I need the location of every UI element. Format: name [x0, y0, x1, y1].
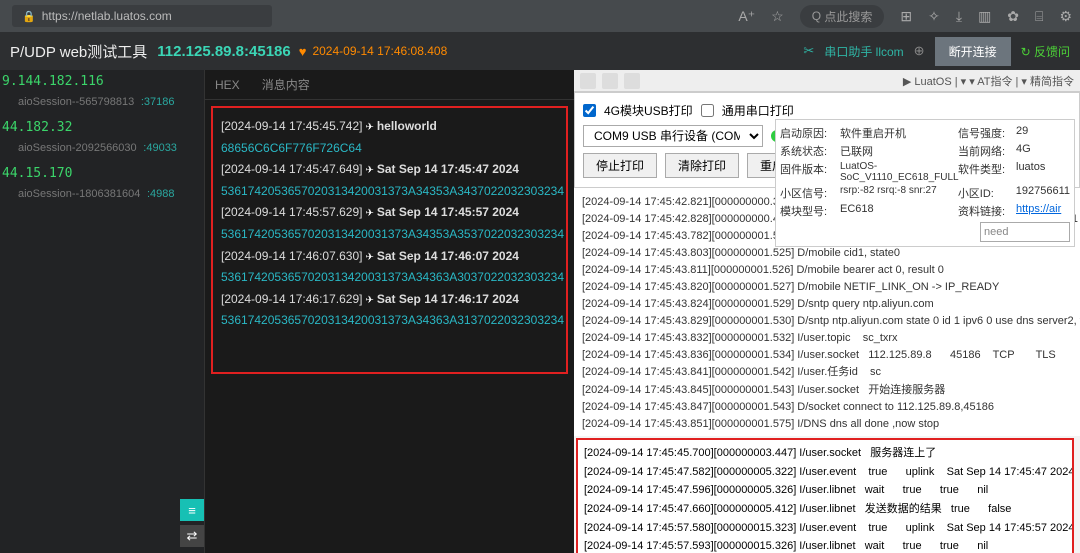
serial-config-panel: 4G模块USB打印 通用串口打印 COM9 USB 串行设备 (COM9) 停止… — [574, 92, 1080, 188]
float-buttons: ≡ ⇄ — [180, 499, 204, 547]
url-text: https://netlab.luatos.com — [42, 9, 172, 23]
serial-toolbar: ▶ LuatOS | ▾ ▾ AT指令 | ▾ 精简指令 — [574, 70, 1080, 92]
scissors-icon[interactable]: ✂ — [803, 43, 814, 59]
chk-generic-serial[interactable] — [701, 104, 714, 117]
browser-topbar: 🔒 https://netlab.luatos.com A⁺ ☆ Q 点此搜索 … — [0, 0, 1080, 32]
search-placeholder: 点此搜索 — [824, 8, 872, 25]
swap-button[interactable]: ⇄ — [180, 525, 204, 547]
feedback-link[interactable]: ↻ 反馈问 — [1021, 43, 1070, 60]
search-pill[interactable]: Q 点此搜索 — [800, 5, 885, 28]
disconnect-button[interactable]: 断开连接 — [935, 37, 1011, 66]
header-timestamp: 2024-09-14 17:46:08.408 — [312, 44, 447, 58]
conn-session[interactable]: aioSession-2092566030 :49033 — [0, 139, 204, 162]
user-event-log: [2024-09-14 17:45:45.700][000000003.447]… — [576, 438, 1074, 553]
star-icon[interactable]: ☆ — [771, 8, 784, 25]
conn-ip[interactable]: 44.182.32 — [0, 116, 204, 139]
download-icon[interactable]: ⤓ — [956, 8, 962, 25]
grid-icon[interactable]: ⊞ — [900, 8, 912, 25]
conn-ip[interactable]: 9.144.182.116 — [0, 70, 204, 93]
extension-icon[interactable]: ✿ — [1007, 8, 1019, 25]
search-icon: Q — [812, 9, 821, 23]
message-panel: HEX 消息内容 [2024-09-14 17:45:45.742]✈hello… — [204, 70, 574, 553]
serial-helper-link[interactable]: 串口助手 llcom — [824, 43, 903, 60]
conn-session[interactable]: aioSession--1806381604 :4988 — [0, 185, 204, 208]
toolbar-icon[interactable] — [602, 73, 618, 89]
conn-ip[interactable]: 44.15.170 — [0, 162, 204, 185]
stop-print-button[interactable]: 停止打印 — [583, 153, 657, 178]
server-address: 112.125.89.8:45186 — [157, 43, 290, 60]
connection-list: 9.144.182.116 aioSession--565798813 :371… — [0, 70, 204, 553]
com-port-select[interactable]: COM9 USB 串行设备 (COM9) — [583, 125, 763, 147]
conn-session[interactable]: aioSession--565798813 :37186 — [0, 93, 204, 116]
extension2-icon[interactable]: ⌸ — [1035, 8, 1043, 25]
lock-icon: 🔒 — [22, 10, 36, 23]
browser-toolbar-icons: A⁺ ☆ Q 点此搜索 ⊞ ✧ ⤓ ▥ ✿ ⌸ ⚙ — [738, 5, 1072, 28]
settings-icon[interactable]: ⚙ — [1059, 8, 1072, 25]
sort-button[interactable]: ≡ — [180, 499, 204, 521]
app-title: P/UDP web测试工具 — [10, 41, 147, 62]
clear-print-button[interactable]: 清除打印 — [665, 153, 739, 178]
message-console: [2024-09-14 17:45:45.742]✈helloworld6865… — [211, 106, 568, 374]
toolbar-icon[interactable] — [624, 73, 640, 89]
globe-icon[interactable]: ⊕ — [914, 43, 925, 59]
module-info-grid: 启动原因:软件重启开机信号强度:29 系统状态:已联网当前网络:4G 固件版本:… — [775, 119, 1075, 247]
chk-com-label: 通用串口打印 — [722, 102, 794, 119]
text-size-icon[interactable]: A⁺ — [738, 8, 755, 25]
chk-4g-label: 4G模块USB打印 — [604, 102, 693, 119]
heart-icon: ♥ — [299, 44, 307, 59]
tab-message[interactable]: 消息内容 — [262, 76, 310, 93]
app-header: P/UDP web测试工具 112.125.89.8:45186 ♥ 2024-… — [0, 32, 1080, 70]
chk-4g-usb[interactable] — [583, 104, 596, 117]
book-icon[interactable]: ▥ — [978, 8, 991, 25]
favorites-icon[interactable]: ✧ — [928, 8, 940, 25]
data-link[interactable]: https://air — [1016, 203, 1061, 219]
tab-hex[interactable]: HEX — [215, 78, 240, 92]
toolbar-icon[interactable] — [580, 73, 596, 89]
serial-panel: ▶ LuatOS | ▾ ▾ AT指令 | ▾ 精简指令 4G模块USB打印 通… — [574, 70, 1080, 553]
need-input[interactable] — [980, 222, 1070, 242]
address-bar[interactable]: 🔒 https://netlab.luatos.com — [12, 5, 272, 27]
